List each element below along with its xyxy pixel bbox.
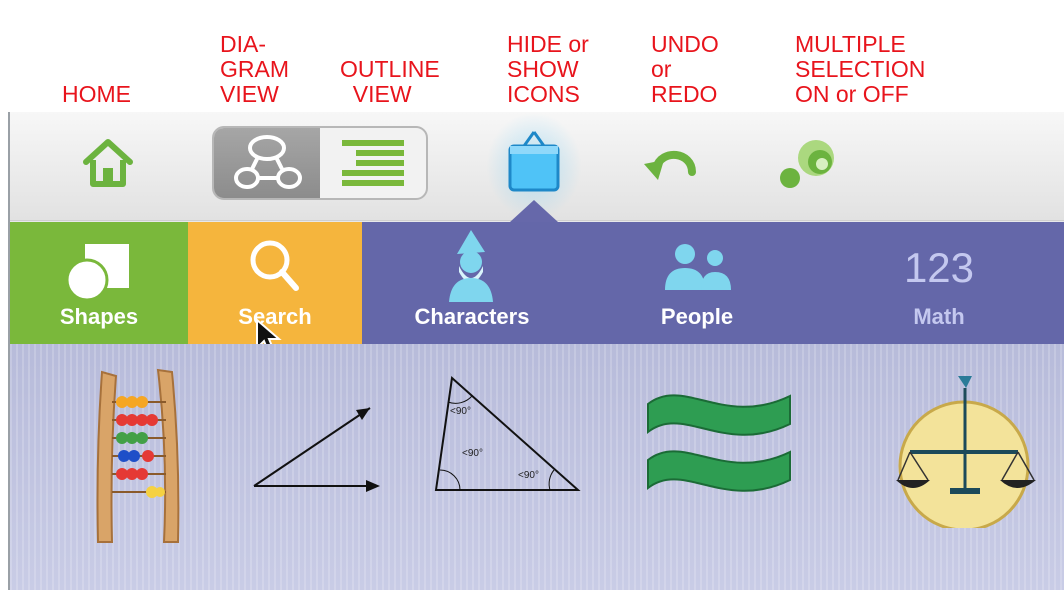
annotation-multiple-selection: MULTIPLE SELECTION ON or OFF xyxy=(795,31,926,107)
hide-show-icons-button[interactable] xyxy=(498,128,570,200)
tab-people[interactable]: People xyxy=(582,222,812,344)
search-icon xyxy=(250,240,299,291)
tab-math[interactable]: 123 Math xyxy=(812,222,1064,344)
diagram-view-button[interactable] xyxy=(214,128,320,198)
annotation-undo-redo: UNDO or REDO xyxy=(651,31,719,107)
diagram-view-icon xyxy=(234,135,302,189)
tab-label-people: People xyxy=(660,304,734,329)
triangle-angle-label-top: <90° xyxy=(450,406,471,417)
annotation-hide-show-icons: HIDE or SHOW ICONS xyxy=(507,31,589,107)
panel-item-angle[interactable] xyxy=(242,396,392,496)
annotation-home: HOME xyxy=(62,81,131,107)
home-button[interactable] xyxy=(78,132,138,192)
tab-label-characters: Characters xyxy=(414,304,530,329)
category-tabs: Shapes Search Characters People 123 Math xyxy=(10,222,1064,355)
shapes-icon xyxy=(65,244,129,302)
tab-shapes[interactable]: Shapes xyxy=(10,222,188,344)
annotation-outline-view: OUTLINE VIEW xyxy=(340,56,440,107)
home-icon xyxy=(83,139,133,187)
triangle-icon: <90° <90° <90° xyxy=(434,376,581,491)
balance-scale-icon xyxy=(896,376,1036,532)
math-numbers-icon: 123 xyxy=(903,244,975,291)
multiple-selection-button[interactable] xyxy=(776,134,842,194)
outline-view-icon xyxy=(342,140,404,186)
icon-panel: <90° <90° <90° xyxy=(10,344,1064,590)
undo-icon xyxy=(644,150,696,180)
approximately-equal-icon xyxy=(647,394,791,492)
tab-label-math: Math xyxy=(913,304,965,329)
tab-search[interactable]: Search xyxy=(188,222,362,355)
wizard-icon xyxy=(449,230,493,302)
multiple-selection-icon xyxy=(780,140,834,188)
triangle-angle-label-left: <90° xyxy=(462,448,483,459)
abacus-icon xyxy=(96,368,180,543)
undo-button[interactable] xyxy=(640,138,704,190)
panel-item-abacus[interactable] xyxy=(92,366,182,546)
tab-label-shapes: Shapes xyxy=(59,304,139,329)
panel-item-balance-scale[interactable] xyxy=(888,368,1038,532)
people-icon xyxy=(665,244,731,290)
panel-item-approximately-equal[interactable] xyxy=(644,384,794,504)
view-toggle xyxy=(212,126,428,200)
angle-icon xyxy=(253,407,380,492)
tab-characters[interactable]: Characters xyxy=(362,222,582,344)
hide-show-icons-icon xyxy=(508,131,560,192)
app-window: Shapes Search Characters People 123 Math… xyxy=(8,112,1064,590)
triangle-angle-label-right: <90° xyxy=(518,470,539,481)
active-pointer xyxy=(510,200,558,222)
outline-view-button[interactable] xyxy=(320,128,426,198)
annotation-diagram-view: DIA- GRAM VIEW xyxy=(220,31,289,107)
panel-item-triangle[interactable]: <90° <90° <90° xyxy=(430,374,590,504)
toolbar xyxy=(10,112,1064,222)
